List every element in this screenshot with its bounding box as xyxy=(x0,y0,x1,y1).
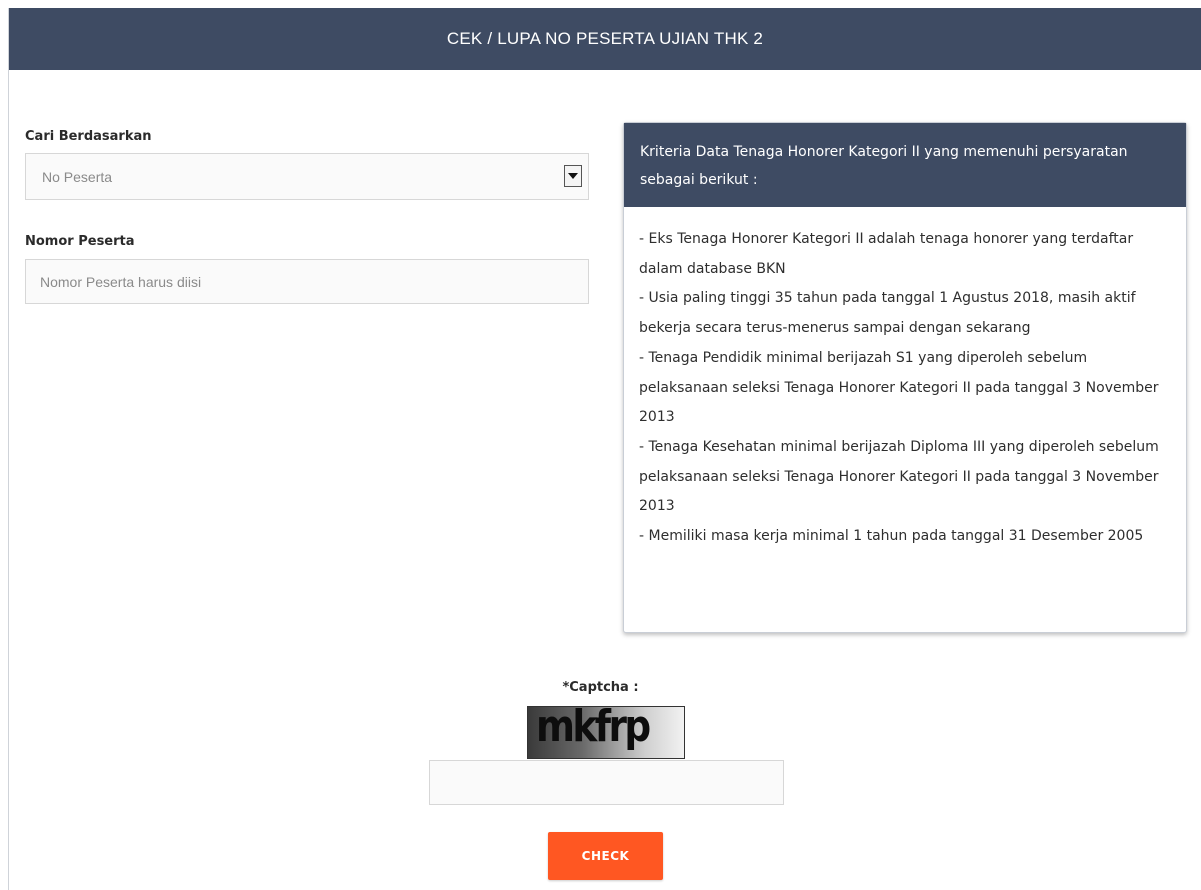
criteria-item: - Usia paling tinggi 35 tahun pada tangg… xyxy=(639,290,1136,337)
criteria-panel: Kriteria Data Tenaga Honorer Kategori II… xyxy=(623,122,1187,633)
participant-number-input[interactable] xyxy=(25,259,589,304)
criteria-heading: Kriteria Data Tenaga Honorer Kategori II… xyxy=(624,123,1186,207)
check-button[interactable]: CHECK xyxy=(548,832,663,880)
criteria-item: - Tenaga Kesehatan minimal berijazah Dip… xyxy=(639,438,1159,515)
criteria-list: - Eks Tenaga Honorer Kategori II adalah … xyxy=(624,207,1186,552)
participant-number-label: Nomor Peserta xyxy=(25,234,135,249)
caret-down-icon[interactable] xyxy=(564,165,582,187)
search-by-selected-value: No Peserta xyxy=(42,168,113,185)
captcha-image: mkfrp xyxy=(527,706,685,759)
criteria-item: - Eks Tenaga Honorer Kategori II adalah … xyxy=(639,231,1134,277)
criteria-item: - Tenaga Pendidik minimal berijazah S1 y… xyxy=(639,349,1159,426)
captcha-image-text: mkfrp xyxy=(536,706,651,752)
captcha-label: *Captcha : xyxy=(562,680,639,695)
criteria-item: - Memiliki masa kerja minimal 1 tahun pa… xyxy=(639,528,1144,545)
captcha-input[interactable] xyxy=(429,760,784,805)
search-by-select[interactable]: No Peserta xyxy=(25,153,589,200)
page-header: CEK / LUPA NO PESERTA UJIAN THK 2 xyxy=(9,8,1201,70)
page-title: CEK / LUPA NO PESERTA UJIAN THK 2 xyxy=(446,29,764,48)
search-by-label: Cari Berdasarkan xyxy=(25,129,152,144)
